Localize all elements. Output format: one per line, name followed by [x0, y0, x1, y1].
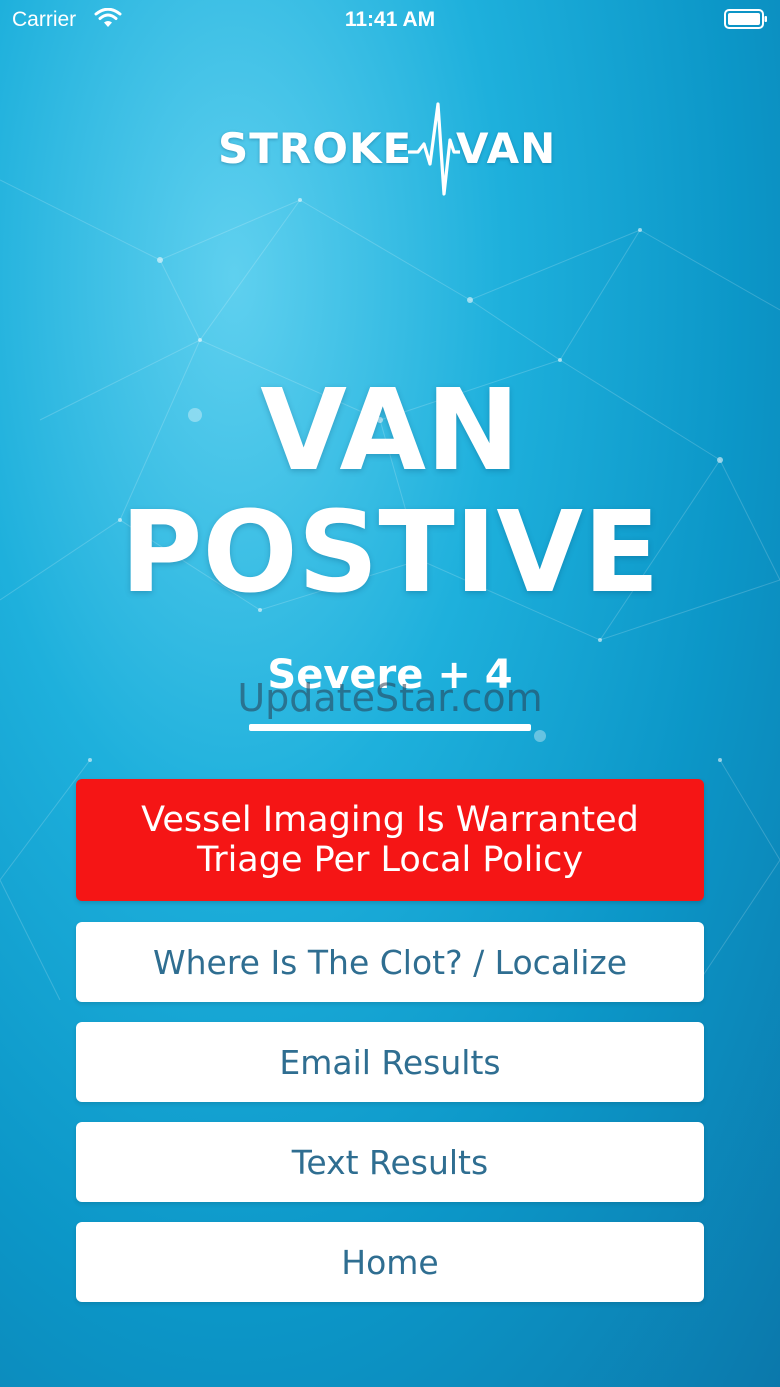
severity-underline	[249, 724, 531, 731]
watermark: UpdateStar.com	[237, 676, 543, 720]
home-button[interactable]: Home	[76, 1222, 704, 1302]
logo-text-stroke: STROKE	[218, 124, 413, 173]
heartbeat-pulse-icon	[408, 102, 460, 196]
logo-text-van: VAN	[456, 124, 557, 173]
text-results-button[interactable]: Text Results	[76, 1122, 704, 1202]
status-time: 11:41 AM	[344, 8, 436, 31]
localize-clot-button[interactable]: Where Is The Clot? / Localize	[76, 922, 704, 1002]
alert-line-1: Vessel Imaging Is Warranted	[141, 800, 639, 840]
email-results-button[interactable]: Email Results	[76, 1022, 704, 1102]
result-headline-line2: POSTIVE	[120, 488, 660, 618]
imaging-alert-banner: Vessel Imaging Is Warranted Triage Per L…	[76, 779, 704, 901]
battery-icon	[724, 9, 767, 29]
app-logo: STROKE VAN	[0, 100, 780, 200]
result-headline-line1: VAN	[260, 366, 520, 496]
status-bar: Carrier 11:41 AM	[0, 0, 780, 40]
alert-line-2: Triage Per Local Policy	[196, 840, 584, 880]
